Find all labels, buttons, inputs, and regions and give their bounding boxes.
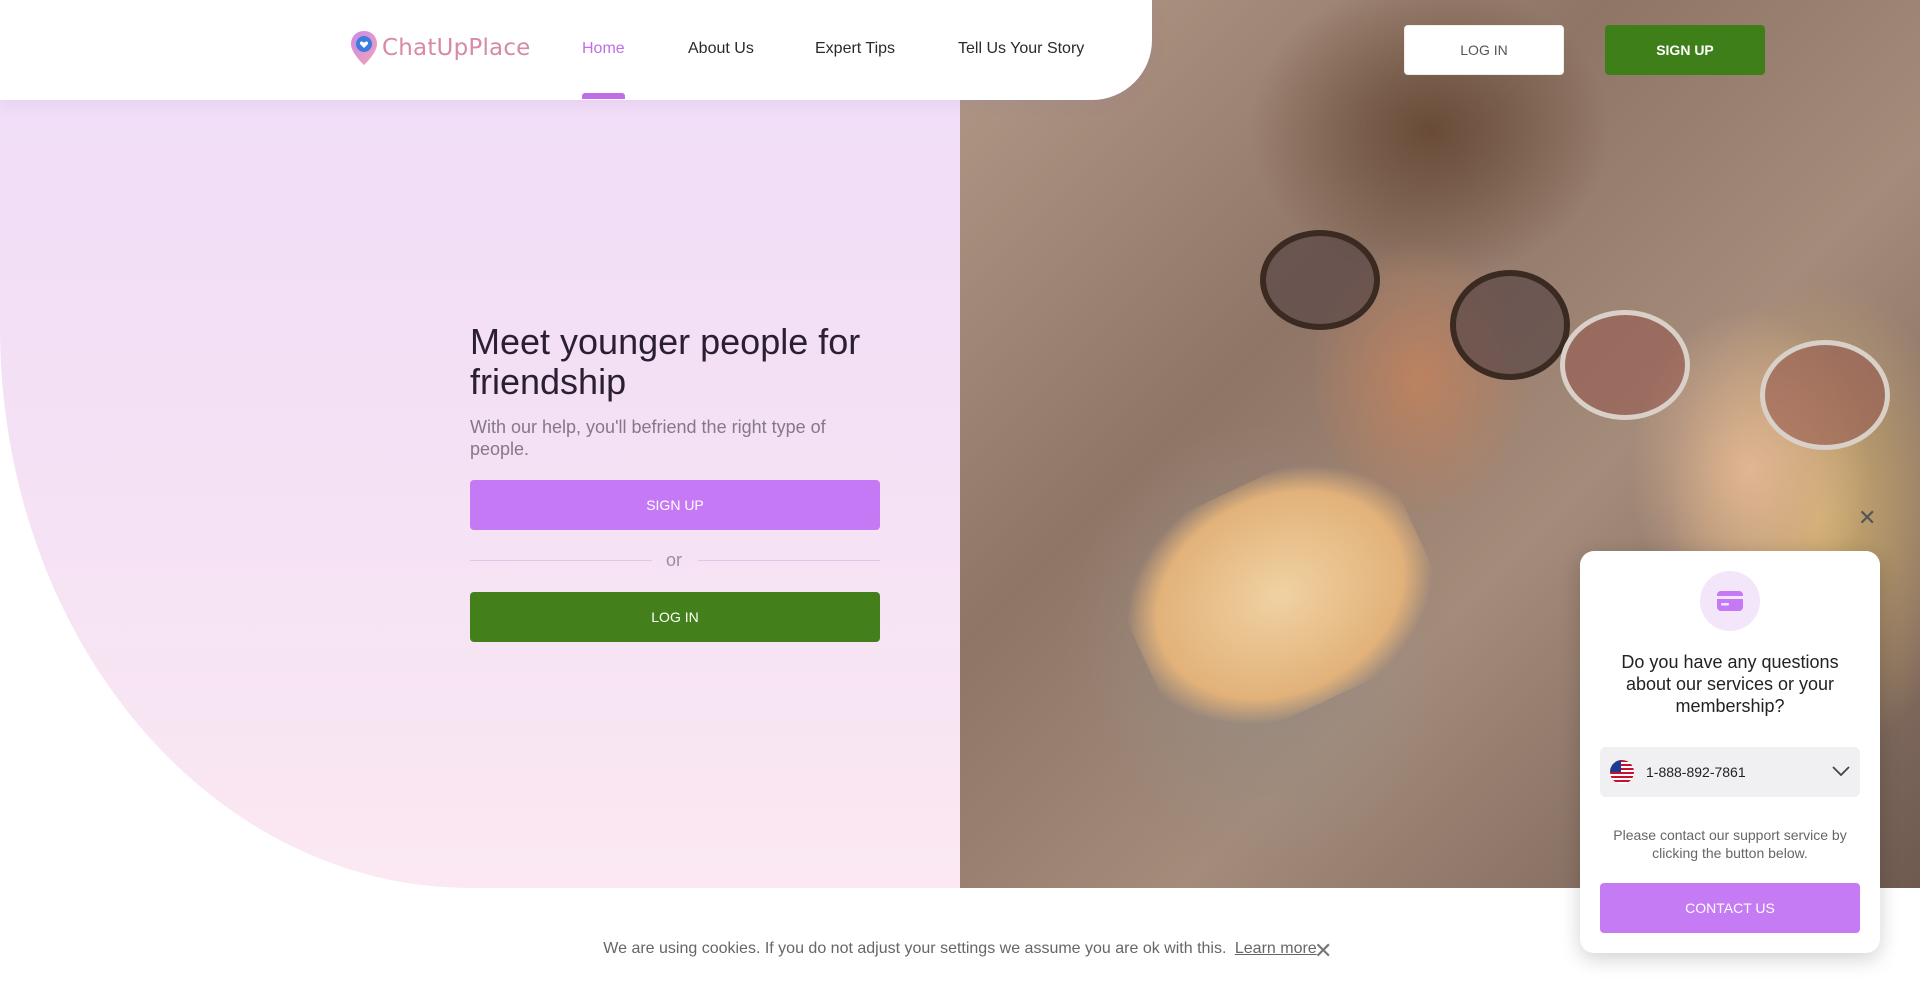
location-pin-heart-icon <box>350 30 378 66</box>
credit-card-icon <box>1700 571 1760 631</box>
cookie-bar: We are using cookies. If you do not adju… <box>0 938 1920 963</box>
phone-number: 1-888-892-7861 <box>1646 764 1746 780</box>
or-separator: or <box>666 550 683 570</box>
nav-about-us[interactable]: About Us <box>688 40 754 58</box>
logo-text: ChatUpPlace <box>382 35 531 61</box>
us-flag-icon <box>1610 760 1634 784</box>
divider-line-right <box>698 560 880 561</box>
popup-close-icon[interactable]: ✕ <box>1858 505 1876 531</box>
hero-subtitle: With our help, you'll befriend the right… <box>470 417 826 459</box>
header-signup-button[interactable]: SIGN UP <box>1605 25 1765 75</box>
support-popup: Do you have any questions about our serv… <box>1580 551 1880 953</box>
header-login-button[interactable]: LOG IN <box>1404 25 1564 75</box>
nav-expert-tips[interactable]: Expert Tips <box>815 40 895 58</box>
hero-login-button[interactable]: LOG IN <box>470 592 880 642</box>
nav-home[interactable]: Home <box>582 40 625 58</box>
divider-line-left <box>470 560 652 561</box>
site-header: ChatUpPlace Home About Us Expert Tips Te… <box>0 0 1152 100</box>
cookie-close-icon[interactable]: ✕ <box>1314 938 1332 964</box>
pizza-slice <box>1095 427 1465 763</box>
contact-us-button[interactable]: CONTACT US <box>1600 883 1860 933</box>
hero-signup-button[interactable]: SIGN UP <box>470 480 880 530</box>
hero-title: Meet younger people for friendship <box>470 321 861 402</box>
site-logo[interactable]: ChatUpPlace <box>350 30 531 66</box>
cookie-text: We are using cookies. If you do not adju… <box>603 940 1227 957</box>
cookie-learn-more-link[interactable]: Learn more <box>1235 940 1317 957</box>
nav-active-indicator <box>582 93 625 99</box>
sunglasses-lens <box>1260 230 1380 330</box>
popup-question: Do you have any questions about our serv… <box>1621 652 1839 716</box>
nav-tell-us-your-story[interactable]: Tell Us Your Story <box>958 40 1084 58</box>
phone-number-select[interactable]: 1-888-892-7861 <box>1600 747 1860 797</box>
chevron-down-icon <box>1832 763 1850 781</box>
sunglasses-lens <box>1560 310 1690 420</box>
sunglasses-lens <box>1450 270 1570 380</box>
sunglasses-lens <box>1760 340 1890 450</box>
popup-note: Please contact our support service by cl… <box>1613 827 1847 861</box>
